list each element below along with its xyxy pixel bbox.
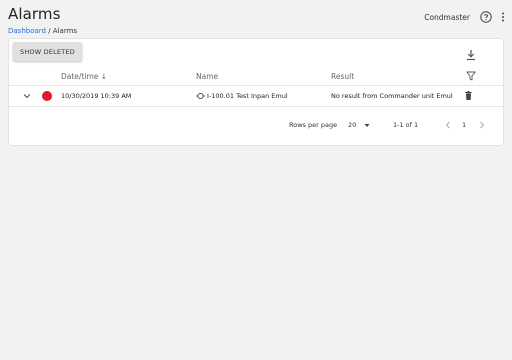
help-icon[interactable] xyxy=(480,11,492,23)
column-header-result[interactable]: Result xyxy=(331,72,354,81)
column-label-datetime: Date/time xyxy=(61,72,99,81)
table-row[interactable]: 10/30/2019 10:39 AM I-100.01 Test Inpan … xyxy=(9,86,503,106)
filter-icon[interactable] xyxy=(466,71,476,81)
sort-arrow-icon: ↓ xyxy=(100,72,108,81)
alarms-card: SHOW DELETED Date/time ↓ Name Result 10/… xyxy=(8,38,504,146)
chevron-left-icon[interactable] xyxy=(445,121,451,129)
more-vert-icon[interactable] xyxy=(500,11,506,23)
page-header: Alarms Dashboard / Alarms Condmaster xyxy=(0,0,512,38)
row-divider xyxy=(9,106,503,107)
alarm-status-dot xyxy=(42,91,52,101)
current-page[interactable]: 1 xyxy=(462,121,466,129)
user-name[interactable]: Condmaster xyxy=(424,13,470,22)
pagination-range: 1-1 of 1 xyxy=(393,121,419,129)
show-deleted-button[interactable]: SHOW DELETED xyxy=(13,42,82,61)
sensor-icon xyxy=(196,92,205,100)
cell-result: No result from Commander unit Emul xyxy=(331,92,453,100)
trash-icon[interactable] xyxy=(465,91,472,100)
rows-per-page-label: Rows per page xyxy=(289,121,338,129)
rows-per-page-select[interactable]: 20 xyxy=(348,121,356,129)
column-header-name[interactable]: Name xyxy=(196,72,218,81)
breadcrumb-dashboard-link[interactable]: Dashboard xyxy=(8,27,46,35)
column-header-datetime[interactable]: Date/time ↓ xyxy=(61,72,107,81)
chevron-down-icon[interactable] xyxy=(23,92,31,100)
cell-datetime: 10/30/2019 10:39 AM xyxy=(61,92,132,100)
chevron-right-icon[interactable] xyxy=(479,121,485,129)
breadcrumb-separator: / xyxy=(45,27,53,35)
breadcrumb: Dashboard / Alarms xyxy=(8,27,77,35)
page-title: Alarms xyxy=(8,5,61,23)
caret-down-icon[interactable] xyxy=(364,123,370,128)
download-icon[interactable] xyxy=(466,49,476,61)
cell-name: I-100.01 Test Inpan Emul xyxy=(207,92,288,100)
breadcrumb-current: Alarms xyxy=(52,27,78,35)
